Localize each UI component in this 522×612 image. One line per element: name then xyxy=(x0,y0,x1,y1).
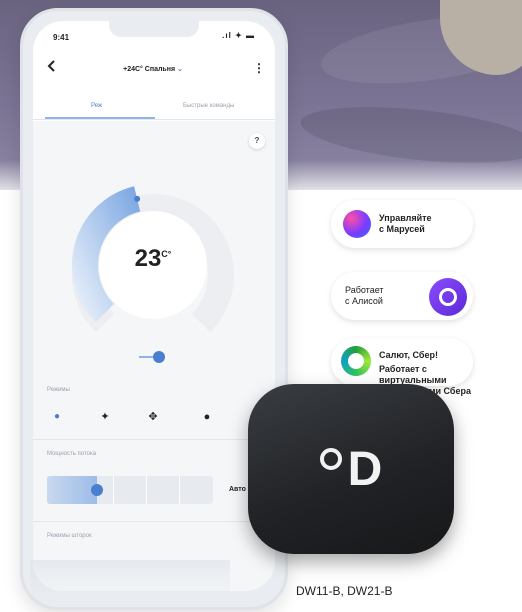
temperature-slider[interactable] xyxy=(139,351,169,363)
fan-label: Мощность потока xyxy=(47,451,97,457)
back-arrow-icon xyxy=(47,60,55,72)
help-button[interactable]: ? xyxy=(249,133,265,149)
temperature-value: 23C° xyxy=(63,245,243,273)
main-content: ? 23C° Режимы ● ✦ ✥ ● A xyxy=(33,121,275,591)
slider-knob[interactable] xyxy=(153,351,165,363)
fan-segment xyxy=(113,476,114,504)
modes-row: ● ✦ ✥ ● A xyxy=(47,407,267,427)
fan-segment xyxy=(146,476,147,504)
fan-power-fill xyxy=(47,476,97,504)
wifi-module-device: D xyxy=(248,384,454,554)
device-logo: D xyxy=(248,442,454,497)
cool-mode-icon[interactable]: ✦ xyxy=(95,407,115,427)
fan-auto-button[interactable]: Авто xyxy=(229,486,246,493)
phone-screen: 9:41 .ıl ✦ ▬ +24C° Спальня ⌄ ⋮ Реж Быстр… xyxy=(33,21,275,591)
phone-reflection xyxy=(30,560,230,600)
model-caption: DW11-B, DW21-B xyxy=(296,584,393,598)
dial-handle[interactable] xyxy=(134,195,141,202)
room-selector[interactable]: +24C° Спальня ⌄ xyxy=(93,65,213,73)
marusya-logo-icon xyxy=(343,210,371,238)
fan-segment xyxy=(179,476,180,504)
device-logo-letter: D xyxy=(347,443,383,496)
sber-title: Салют, Сбер! xyxy=(379,350,438,360)
room-title: +24C° Спальня xyxy=(123,66,176,73)
tab-quick-commands[interactable]: Быстрые команды xyxy=(183,103,234,109)
active-tab-indicator xyxy=(45,117,155,119)
auto-mode-icon[interactable]: ● xyxy=(47,407,67,427)
chevron-down-icon: ⌄ xyxy=(177,66,183,73)
louvers-label: Режимы шторок xyxy=(47,533,92,539)
tab-mode[interactable]: Реж xyxy=(91,103,102,109)
temperature-unit: C° xyxy=(161,249,172,259)
divider xyxy=(33,521,275,522)
tab-bar: Реж Быстрые команды xyxy=(33,95,275,120)
modes-label: Режимы xyxy=(47,387,70,393)
marusya-text: Управляйте с Марусей xyxy=(379,213,432,234)
sber-logo-icon xyxy=(341,346,371,376)
sber-badge: Салют, Сбер! Работает с виртуальными асс… xyxy=(331,338,473,396)
fan-power-knob[interactable] xyxy=(90,484,103,496)
status-bar: 9:41 .ıl ✦ ▬ xyxy=(33,21,275,49)
fan-power-bar[interactable] xyxy=(47,476,213,504)
status-icons: .ıl ✦ ▬ xyxy=(222,31,255,40)
temperature-number: 23 xyxy=(134,245,162,272)
marusya-badge: Управляйте с Марусей xyxy=(331,200,473,248)
divider xyxy=(33,439,275,440)
back-button[interactable] xyxy=(45,59,65,79)
alice-text: Работает с Алисой xyxy=(345,285,384,306)
phone-frame: 9:41 .ıl ✦ ▬ +24C° Спальня ⌄ ⋮ Реж Быстр… xyxy=(20,8,288,610)
device-logo-ring xyxy=(319,448,342,470)
more-menu-button[interactable]: ⋮ xyxy=(253,61,265,75)
alice-logo-icon xyxy=(429,278,467,316)
status-time: 9:41 xyxy=(53,33,70,42)
more-vertical-icon: ⋮ xyxy=(253,61,265,75)
nav-bar: +24C° Спальня ⌄ ⋮ xyxy=(33,55,275,85)
alice-badge: Работает с Алисой xyxy=(331,272,473,320)
fan-mode-icon[interactable]: ✥ xyxy=(143,407,163,427)
dry-mode-icon[interactable]: ● xyxy=(197,407,217,427)
